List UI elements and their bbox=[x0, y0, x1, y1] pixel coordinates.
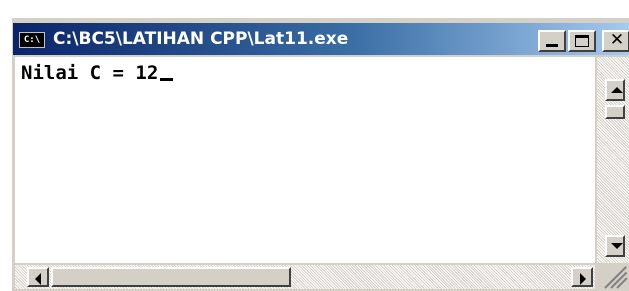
arrow-right-icon bbox=[580, 273, 586, 285]
resize-grip-line bbox=[604, 266, 627, 289]
horizontal-scroll-thumb[interactable] bbox=[51, 267, 291, 287]
arrow-left-icon bbox=[35, 273, 41, 285]
console-window: C:\ C:\BC5\LATIHAN CPP\Lat11.exe ✕ Nilai… bbox=[12, 18, 629, 291]
title-bar[interactable]: C:\ C:\BC5\LATIHAN CPP\Lat11.exe ✕ bbox=[13, 23, 629, 55]
console-output-line: Nilai C = 12 bbox=[21, 61, 174, 85]
resize-grip[interactable] bbox=[597, 265, 629, 289]
arrow-up-icon bbox=[611, 87, 623, 93]
console-output-text: Nilai C = 12 bbox=[21, 62, 159, 84]
close-button[interactable]: ✕ bbox=[602, 30, 629, 52]
minimize-icon bbox=[546, 44, 558, 47]
arrow-down-icon bbox=[611, 243, 623, 249]
scroll-right-button[interactable] bbox=[571, 267, 593, 287]
maximize-icon bbox=[575, 35, 589, 47]
scroll-left-button[interactable] bbox=[27, 267, 49, 287]
close-icon: ✕ bbox=[609, 30, 625, 50]
horizontal-scrollbar[interactable] bbox=[15, 265, 595, 289]
maximize-button[interactable] bbox=[568, 30, 596, 52]
scroll-up-button[interactable] bbox=[605, 79, 625, 101]
vertical-scroll-thumb[interactable] bbox=[605, 105, 625, 119]
minimize-button[interactable] bbox=[538, 30, 566, 52]
text-cursor bbox=[160, 78, 174, 81]
scroll-down-button[interactable] bbox=[605, 235, 625, 257]
console-window-icon[interactable]: C:\ bbox=[19, 32, 45, 48]
console-output-area[interactable]: Nilai C = 12 bbox=[15, 57, 595, 263]
vertical-scrollbar[interactable] bbox=[597, 57, 629, 263]
window-title: C:\BC5\LATIHAN CPP\Lat11.exe bbox=[53, 29, 349, 49]
